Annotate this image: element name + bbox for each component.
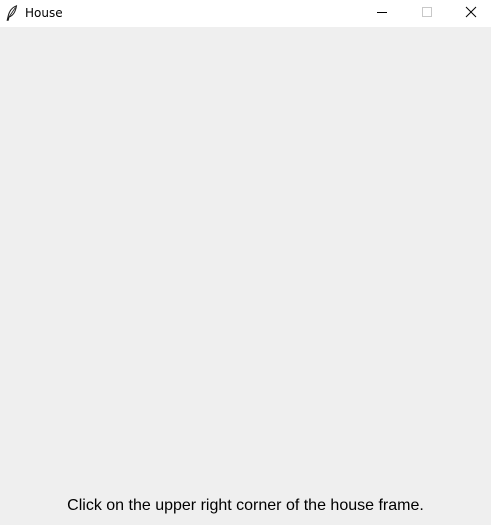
maximize-button[interactable] [404, 0, 450, 27]
minimize-button[interactable] [359, 0, 405, 27]
window-title: House [25, 6, 63, 20]
drawing-canvas[interactable]: Click on the upper right corner of the h… [0, 27, 491, 525]
title-bar[interactable]: House [0, 0, 491, 27]
instruction-label: Click on the upper right corner of the h… [67, 497, 424, 514]
close-button[interactable] [450, 0, 491, 27]
maximize-icon [421, 5, 433, 23]
close-icon [465, 5, 477, 23]
minimize-icon [376, 5, 388, 23]
feather-icon [6, 5, 18, 21]
app-window: House Click on the upper right corner of… [0, 0, 491, 525]
